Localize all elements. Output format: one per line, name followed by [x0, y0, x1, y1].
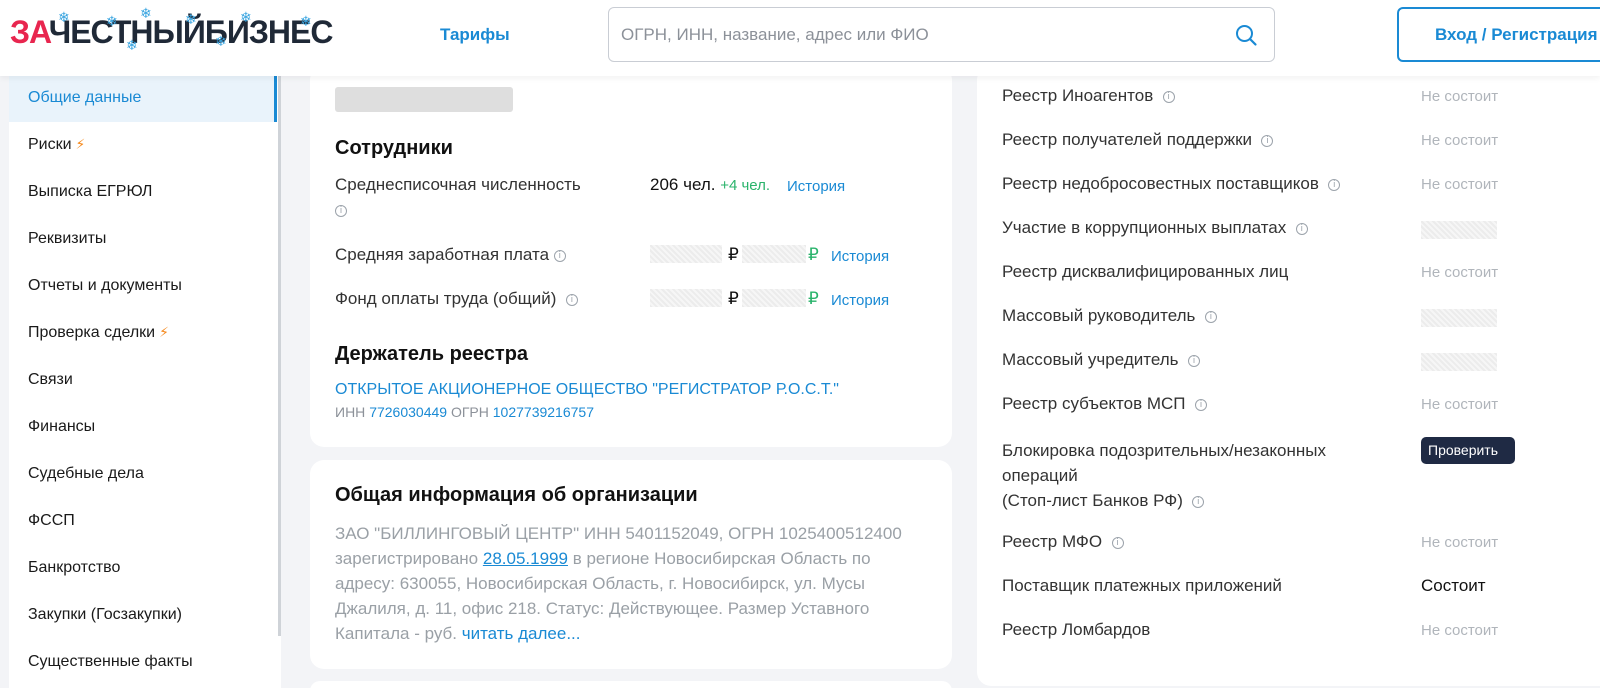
info-icon[interactable]: i	[1204, 310, 1217, 323]
hidden-value	[1421, 309, 1497, 327]
info-icon[interactable]: i	[1295, 222, 1308, 235]
avg-count-value: 206 чел. +4 чел.	[650, 175, 771, 194]
registry-status: Не состоит	[1421, 132, 1499, 149]
snowflake-icon: ❄	[140, 5, 152, 21]
registry-row-label: Массовый учредитель i	[1002, 350, 1200, 370]
sidebar-item-egrul[interactable]: Выписка ЕГРЮЛ	[9, 170, 277, 216]
registration-date-link[interactable]: 28.05.1999	[483, 549, 568, 568]
search-icon[interactable]	[1234, 23, 1258, 47]
sidebar-scrollbar[interactable]	[278, 76, 281, 636]
snowflake-icon: ❄	[185, 11, 197, 27]
sidebar-item-procurement[interactable]: Закупки (Госзакупки)	[9, 593, 277, 639]
snowflake-icon: ❄	[215, 33, 227, 49]
hidden-value	[650, 245, 722, 263]
rub-sign: ₽	[808, 289, 819, 308]
search-input[interactable]	[621, 8, 1211, 61]
rub-sign: ₽	[728, 245, 739, 264]
sidebar-item-fssp[interactable]: ФССП	[9, 499, 277, 545]
ogrn-link[interactable]: 1027739216757	[493, 404, 594, 420]
sidebar-item-bankruptcy[interactable]: Банкротство	[9, 546, 277, 592]
info-icon[interactable]: i	[1328, 178, 1341, 191]
info-icon[interactable]: i	[335, 205, 347, 217]
loading-placeholder	[335, 87, 513, 112]
info-icon[interactable]: i	[1261, 134, 1274, 147]
employees-title: Сотрудники	[335, 137, 453, 159]
info-icon[interactable]: i	[1162, 90, 1175, 103]
sidebar-item-material-facts[interactable]: Существенные факты	[9, 640, 277, 686]
avg-count-delta: +4 чел.	[720, 177, 771, 194]
registry-status: Не состоит	[1421, 534, 1499, 551]
registry-row-label: Блокировка подозрительных/незаконных опе…	[1002, 441, 1326, 510]
inn-link[interactable]: 7726030449	[369, 404, 447, 420]
info-icon[interactable]: i	[565, 293, 578, 306]
read-more-link[interactable]: читать далее...	[462, 624, 581, 643]
registry-row-label: Реестр недобросовестных поставщиков i	[1002, 174, 1341, 194]
sidebar-item-finance[interactable]: Финансы	[9, 405, 277, 451]
history-link[interactable]: История	[787, 178, 845, 195]
snowflake-icon: ❄	[106, 13, 118, 29]
history-link[interactable]: История	[831, 292, 889, 309]
snowflake-icon: ❄	[126, 37, 138, 53]
sidebar-item-deal-check[interactable]: Проверка сделки ⚡	[9, 311, 277, 357]
info-icon[interactable]: i	[1111, 536, 1124, 549]
payroll-label: Фонд оплаты труда (общий) i	[335, 289, 578, 309]
hidden-value	[1421, 353, 1497, 371]
registry-status: Не состоит	[1421, 264, 1499, 281]
registry-status: Не состоит	[1421, 176, 1499, 193]
info-icon[interactable]: i	[1192, 495, 1205, 508]
sidebar-item-risks[interactable]: Риски ⚡	[9, 123, 277, 169]
registry-status: Не состоит	[1421, 396, 1499, 413]
tariffs-link[interactable]: Тарифы	[440, 25, 510, 45]
info-icon[interactable]: i	[553, 249, 566, 262]
registry-row-label: Поставщик платежных приложений	[1002, 576, 1282, 595]
avg-salary-label: Средняя заработная плата i	[335, 245, 566, 265]
sidebar-item-court-cases[interactable]: Судебные дела	[9, 452, 277, 498]
snowflake-icon: ❄	[58, 9, 70, 25]
registry-row-label: Реестр дисквалифицированных лиц	[1002, 262, 1289, 281]
hidden-value	[650, 289, 722, 307]
rub-sign: ₽	[728, 289, 739, 308]
registry-row-label: Участие в коррупционных выплатах i	[1002, 218, 1308, 238]
registry-holder-ids: ИНН 7726030449 ОГРН 1027739216757	[335, 404, 594, 420]
hidden-value	[742, 289, 806, 307]
hidden-value	[1421, 221, 1497, 239]
lightning-icon: ⚡	[75, 136, 86, 152]
snowflake-icon: ❄	[300, 13, 312, 29]
next-card	[310, 681, 952, 688]
sidebar-item-links[interactable]: Связи	[9, 358, 277, 404]
registry-row-label: Массовый руководитель i	[1002, 306, 1217, 326]
snowflake-icon: ❄	[240, 9, 252, 25]
registry-holder-link[interactable]: ОТКРЫТОЕ АКЦИОНЕРНОЕ ОБЩЕСТВО "РЕГИСТРАТ…	[335, 381, 839, 399]
general-info-title: Общая информация об организации	[335, 484, 698, 506]
hidden-value	[742, 245, 806, 263]
registry-status: Не состоит	[1421, 88, 1499, 105]
search-box	[608, 7, 1275, 62]
registry-status: Состоит	[1421, 576, 1486, 595]
registry-row-label: Реестр получателей поддержки i	[1002, 130, 1274, 150]
registry-row-label: Реестр Иноагентов i	[1002, 86, 1175, 106]
history-link[interactable]: История	[831, 248, 889, 265]
avg-count-label: Среднесписочная численность	[335, 175, 581, 194]
login-button[interactable]: Вход / Регистрация	[1397, 7, 1600, 62]
registry-row-label: Реестр МФО i	[1002, 532, 1124, 552]
sidebar-nav: Общие данные Риски ⚡ Выписка ЕГРЮЛ Реквиз…	[9, 76, 281, 688]
info-icon[interactable]: i	[1194, 398, 1207, 411]
rub-sign: ₽	[808, 245, 819, 264]
general-info-text: ЗАО "БИЛЛИНГОВЫЙ ЦЕНТР" ИНН 5401152049, …	[335, 524, 902, 643]
lightning-icon: ⚡	[159, 324, 169, 340]
registry-holder-title: Держатель реестра	[335, 343, 529, 365]
sidebar-item-reports[interactable]: Отчеты и документы	[9, 264, 277, 310]
registry-status: Не состоит	[1421, 622, 1499, 639]
info-icon[interactable]: i	[1187, 354, 1200, 367]
sidebar-item-requisites[interactable]: Реквизиты	[9, 217, 277, 263]
sidebar-item-general[interactable]: Общие данные	[9, 76, 277, 122]
top-header: ЗАЧЕСТНЫЙБИЗНЕС ❄ ❄ ❄ ❄ ❄ ❄ ❄ ❄ Тарифы В…	[0, 0, 1600, 76]
registry-row-label: Реестр Ломбардов	[1002, 620, 1151, 639]
registry-row-label: Реестр субъектов МСП i	[1002, 394, 1207, 414]
check-button[interactable]: Проверить	[1421, 437, 1515, 464]
